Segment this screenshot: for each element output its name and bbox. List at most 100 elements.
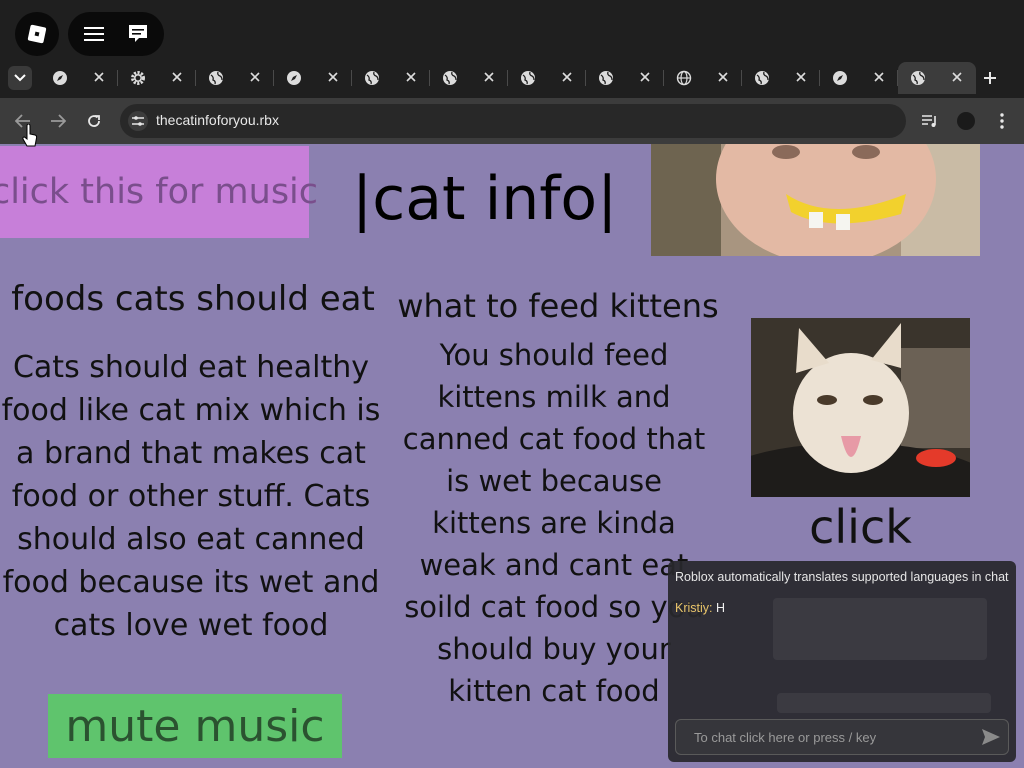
close-icon (172, 72, 182, 82)
close-icon (718, 72, 728, 82)
tab-close-button[interactable] (246, 68, 264, 86)
mute-music-label: mute music (65, 700, 325, 752)
tab-close-button[interactable] (90, 68, 108, 86)
close-icon (796, 72, 806, 82)
url-text[interactable]: thecatinfoforyou.rbx (156, 112, 279, 128)
tab-close-button[interactable] (558, 68, 576, 86)
tab-close-button[interactable] (870, 68, 888, 86)
playlist-icon (922, 115, 936, 127)
browser-tab[interactable] (898, 62, 976, 94)
tab-close-button[interactable] (324, 68, 342, 86)
browser-tab[interactable] (196, 62, 274, 94)
globe-icon (521, 71, 535, 85)
chat-author: Kristiy: (675, 601, 713, 615)
tab-strip (0, 62, 1024, 96)
plus-icon (984, 72, 996, 84)
close-icon (328, 72, 338, 82)
address-bar[interactable]: thecatinfoforyou.rbx (120, 104, 906, 138)
reload-button[interactable] (83, 110, 105, 132)
page-title: |cat info| (352, 164, 618, 234)
arrow-right-icon (51, 114, 66, 128)
foods-heading: foods cats should eat (11, 279, 375, 319)
cat-click-label[interactable]: click (751, 500, 970, 554)
tab-close-button[interactable] (636, 68, 654, 86)
tab-close-button[interactable] (402, 68, 420, 86)
chat-toggle-button[interactable] (126, 22, 150, 46)
globe-icon (599, 71, 613, 85)
roblox-menu-button[interactable] (15, 12, 59, 56)
play-music-button[interactable]: click this for music (0, 146, 318, 238)
child-photo (651, 144, 980, 256)
browser-tab[interactable] (664, 62, 742, 94)
roblox-top-controls (68, 12, 164, 56)
hamburger-icon (84, 27, 104, 41)
browser-tab[interactable] (508, 62, 586, 94)
kittens-heading: what to feed kittens (397, 287, 719, 325)
reload-icon (88, 115, 100, 127)
chevron-down-icon (14, 74, 26, 82)
browser-tab[interactable] (820, 62, 898, 94)
tab-close-button[interactable] (168, 68, 186, 86)
browser-tab[interactable] (352, 62, 430, 94)
play-music-label: click this for music (0, 172, 319, 212)
browser-tab[interactable] (742, 62, 820, 94)
browser-menu-button[interactable] (991, 110, 1013, 132)
chat-faded-panel (773, 598, 987, 660)
media-controls-button[interactable] (919, 110, 941, 132)
close-icon (250, 72, 260, 82)
kittens-paragraph: You should feed kittens milk and canned … (402, 338, 706, 708)
site-settings-button[interactable] (128, 111, 148, 131)
globe-icon (365, 71, 379, 85)
close-icon (406, 72, 416, 82)
chat-system-message: Roblox automatically translates supporte… (675, 570, 1009, 584)
navigation-bar: thecatinfoforyou.rbx (0, 98, 1024, 144)
globe-icon (443, 71, 457, 85)
close-icon (562, 72, 572, 82)
tab-search-button[interactable] (8, 66, 32, 90)
browser-tab[interactable] (274, 62, 352, 94)
hamburger-menu-button[interactable] (82, 22, 106, 46)
send-button[interactable] (980, 726, 1002, 748)
globe-icon (911, 71, 925, 85)
tab-close-button[interactable] (792, 68, 810, 86)
tab-close-button[interactable] (714, 68, 732, 86)
roblox-logo-icon (27, 24, 47, 44)
browser-tab[interactable] (40, 62, 118, 94)
tab-close-button[interactable] (948, 68, 966, 86)
cat-photo-button[interactable] (751, 318, 970, 497)
browser-tab[interactable] (586, 62, 664, 94)
new-tab-button[interactable] (980, 68, 1000, 88)
browser-tab[interactable] (118, 62, 196, 94)
chat-bubble-icon (129, 25, 147, 42)
mute-music-button[interactable]: mute music (48, 694, 342, 758)
tab-close-button[interactable] (480, 68, 498, 86)
chat-message: Kristiy: H (675, 601, 725, 615)
close-icon (640, 72, 650, 82)
avatar (957, 112, 975, 130)
foods-paragraph: Cats should eat healthy food like cat mi… (1, 350, 381, 643)
chat-input[interactable]: To chat click here or press / key (675, 719, 1009, 755)
gear-icon (131, 71, 145, 85)
forward-button[interactable] (47, 110, 69, 132)
world-grid-icon (676, 70, 692, 86)
chat-window: Roblox automatically translates supporte… (668, 561, 1016, 762)
hand-pointer-icon (22, 123, 38, 147)
close-icon (952, 72, 962, 82)
close-icon (874, 72, 884, 82)
compass-icon (833, 71, 847, 85)
compass-icon (53, 71, 67, 85)
compass-icon (287, 71, 301, 85)
send-icon (982, 729, 1000, 745)
mouse-cursor (22, 123, 38, 148)
browser-chrome: thecatinfoforyou.rbx (0, 0, 1024, 144)
chat-faded-panel (777, 693, 991, 713)
kebab-menu-icon (1000, 113, 1004, 129)
chat-input-placeholder: To chat click here or press / key (694, 730, 877, 745)
browser-tab[interactable] (430, 62, 508, 94)
close-icon (484, 72, 494, 82)
profile-button[interactable] (955, 110, 977, 132)
close-icon (94, 72, 104, 82)
tune-icon (132, 116, 144, 126)
chat-message-text: H (715, 601, 726, 615)
globe-icon (209, 71, 223, 85)
